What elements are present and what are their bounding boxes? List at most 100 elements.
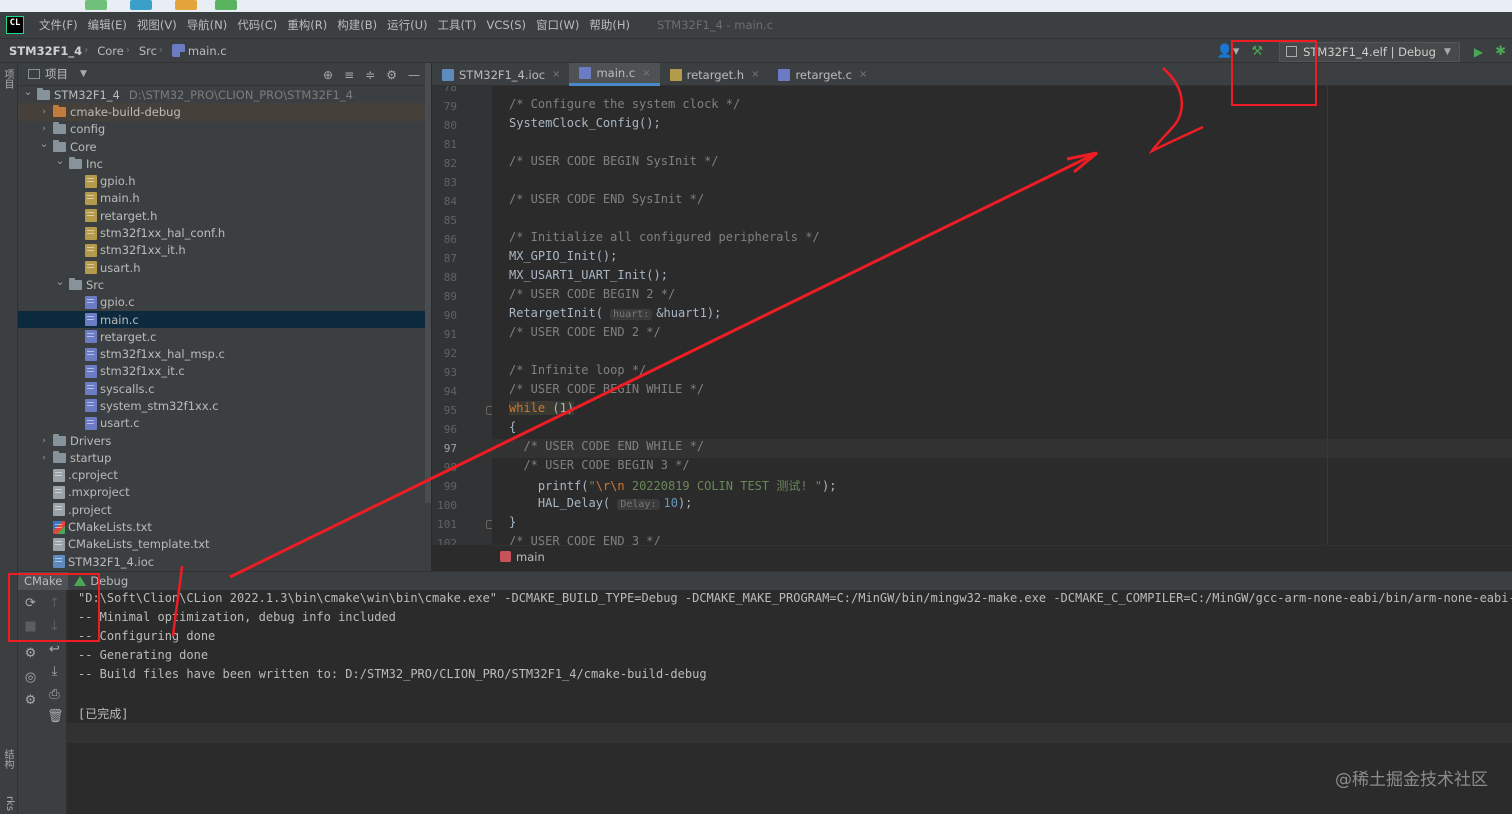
tree-item[interactable]: ›usart.h: [18, 259, 431, 276]
tree-item[interactable]: ›main.h: [18, 190, 431, 207]
taskbar-app-icon[interactable]: [175, 0, 197, 10]
taskbar-app-icon[interactable]: [215, 0, 237, 10]
line-number: 78: [443, 86, 457, 94]
tree-item[interactable]: ›stm32f1xx_it.h: [18, 242, 431, 259]
show-cache-icon[interactable]: ◎: [23, 670, 38, 685]
editor-tab[interactable]: STM32F1_4.ioc ×: [432, 63, 569, 86]
tree-item[interactable]: ⌄ Src: [18, 275, 431, 293]
project-scrollbar[interactable]: [425, 63, 431, 503]
editor-tab-bar: STM32F1_4.ioc × main.c × retarget.h × retarget…: [432, 63, 1512, 86]
chevron-right-icon[interactable]: ›: [38, 453, 50, 463]
tree-item[interactable]: ›CMakeLists_template.txt: [18, 536, 431, 553]
collapse-all-icon[interactable]: ≑: [365, 68, 375, 82]
tree-item-label: startup: [70, 450, 112, 465]
tree-item[interactable]: ›CMakeLists.txt: [18, 518, 431, 535]
tree-item[interactable]: ›.project: [18, 501, 431, 518]
chevron-down-icon[interactable]: ⌄: [54, 275, 66, 288]
line-number: 95: [443, 404, 457, 417]
dropdown-arrow-icon[interactable]: ▼: [80, 69, 87, 79]
tree-item[interactable]: ›STM32F1_4.ioc: [18, 553, 431, 570]
tree-item[interactable]: ›gpio.c: [18, 294, 431, 311]
expand-all-icon[interactable]: ≡: [344, 68, 354, 82]
chevron-right-icon[interactable]: ›: [38, 124, 50, 134]
run-icon[interactable]: ▶: [1474, 45, 1483, 59]
tree-item[interactable]: ›retarget.h: [18, 207, 431, 224]
line-number: 101: [437, 518, 457, 531]
chevron-down-icon[interactable]: ⌄: [54, 154, 66, 167]
menu-edit[interactable]: 编辑(E): [83, 17, 132, 33]
locate-target-icon[interactable]: ⊕: [323, 68, 333, 82]
menu-run[interactable]: 运行(U): [382, 17, 432, 33]
tree-item[interactable]: ›stm32f1xx_it.c: [18, 363, 431, 380]
tree-item[interactable]: ⌄ STM32F1_4 D:\STM32_PRO\CLION_PRO\STM32F1…: [18, 85, 431, 103]
chevron-right-icon[interactable]: ›: [38, 107, 50, 117]
code-line: /* Initialize all configured peripherals…: [509, 230, 820, 244]
debug-bug-icon[interactable]: ✱: [1495, 44, 1506, 59]
tree-item[interactable]: ›stm32f1xx_hal_conf.h: [18, 224, 431, 241]
menu-vcs[interactable]: VCS(S): [482, 18, 531, 32]
tree-item[interactable]: › Drivers: [18, 432, 431, 449]
close-icon[interactable]: ×: [751, 69, 759, 80]
tree-item[interactable]: ⌄ Inc: [18, 154, 431, 172]
menu-window[interactable]: 窗口(W): [531, 17, 584, 33]
breadcrumb-src[interactable]: Src: [130, 44, 159, 58]
menu-build[interactable]: 构建(B): [332, 17, 382, 33]
tree-item[interactable]: ›stm32f1xx_hal_msp.c: [18, 345, 431, 362]
breadcrumb-file[interactable]: main.c: [163, 43, 229, 58]
taskbar-app-icon[interactable]: [130, 0, 152, 10]
menu-code[interactable]: 代码(C): [232, 17, 282, 33]
taskbar-app-icon[interactable]: [85, 0, 107, 10]
console-current-line: [67, 723, 1512, 743]
menu-view[interactable]: 视图(V): [132, 17, 182, 33]
tree-item[interactable]: › startup: [18, 449, 431, 466]
menu-navigate[interactable]: 导航(N): [182, 17, 233, 33]
tree-item[interactable]: ›usart.c: [18, 415, 431, 432]
editor-tab[interactable]: main.c ×: [569, 63, 660, 86]
hide-panel-icon[interactable]: —: [408, 68, 420, 82]
txt-file-icon: [53, 503, 65, 517]
h-file-icon: [85, 243, 97, 257]
editor-tab[interactable]: retarget.c ×: [768, 63, 876, 86]
project-panel-title[interactable]: 项目: [45, 66, 68, 82]
menu-tools[interactable]: 工具(T): [433, 17, 482, 33]
structure-tool-button[interactable]: 结构: [2, 749, 15, 769]
menu-help[interactable]: 帮助(H): [584, 17, 635, 33]
tree-item[interactable]: ›.cproject: [18, 467, 431, 484]
close-icon[interactable]: ×: [859, 69, 867, 80]
chevron-down-icon[interactable]: ⌄: [22, 85, 34, 98]
clion-logo-icon[interactable]: CL: [6, 16, 24, 34]
tree-item[interactable]: ⌄ Core: [18, 137, 431, 155]
chevron-right-icon[interactable]: ›: [38, 436, 50, 446]
tree-item[interactable]: ›main.c: [18, 310, 431, 329]
breadcrumb-project[interactable]: STM32F1_4: [0, 44, 84, 58]
tree-item[interactable]: ›gpio.h: [18, 172, 431, 189]
cmake-settings-icon[interactable]: ⚙: [23, 646, 38, 661]
editor-tab-label: STM32F1_4.ioc: [459, 67, 546, 82]
chevron-down-icon[interactable]: ⌄: [38, 137, 50, 150]
tree-item[interactable]: › cmake-build-debug: [18, 103, 431, 121]
breadcrumb-core[interactable]: Core: [88, 44, 126, 58]
menu-file[interactable]: 文件(F): [34, 17, 83, 33]
soft-wrap-icon[interactable]: ↩: [47, 642, 62, 657]
code-editor[interactable]: /* Configure the system clock */ SystemCl…: [492, 86, 1512, 545]
print-icon[interactable]: ⎙: [47, 687, 62, 702]
close-icon[interactable]: ×: [642, 68, 650, 79]
tree-item-label: system_stm32f1xx.c: [100, 398, 219, 413]
gear-icon[interactable]: ⚙: [23, 693, 38, 708]
editor-tab[interactable]: retarget.h ×: [660, 63, 769, 86]
editor-breadcrumb[interactable]: main: [492, 545, 1512, 567]
tree-item[interactable]: ›.mxproject: [18, 484, 431, 501]
menu-refactor[interactable]: 重构(R): [282, 17, 332, 33]
cmake-console[interactable]: "D:\Soft\Clion\CLion 2022.1.3\bin\cmake\…: [67, 590, 1512, 814]
bookmarks-tool-button[interactable]: rks: [3, 796, 15, 811]
tree-item[interactable]: ›system_stm32f1xx.c: [18, 397, 431, 414]
tree-item[interactable]: ›retarget.c: [18, 328, 431, 345]
gear-icon[interactable]: ⚙: [386, 68, 397, 82]
folder-icon: [53, 450, 66, 463]
trash-icon[interactable]: 🗑: [47, 709, 64, 724]
tree-item[interactable]: ›syscalls.c: [18, 380, 431, 397]
scroll-to-end-icon[interactable]: ⤓: [47, 664, 62, 679]
tree-item[interactable]: › config: [18, 121, 431, 138]
close-icon[interactable]: ×: [552, 69, 560, 80]
project-tool-button[interactable]: 项目: [2, 69, 15, 89]
